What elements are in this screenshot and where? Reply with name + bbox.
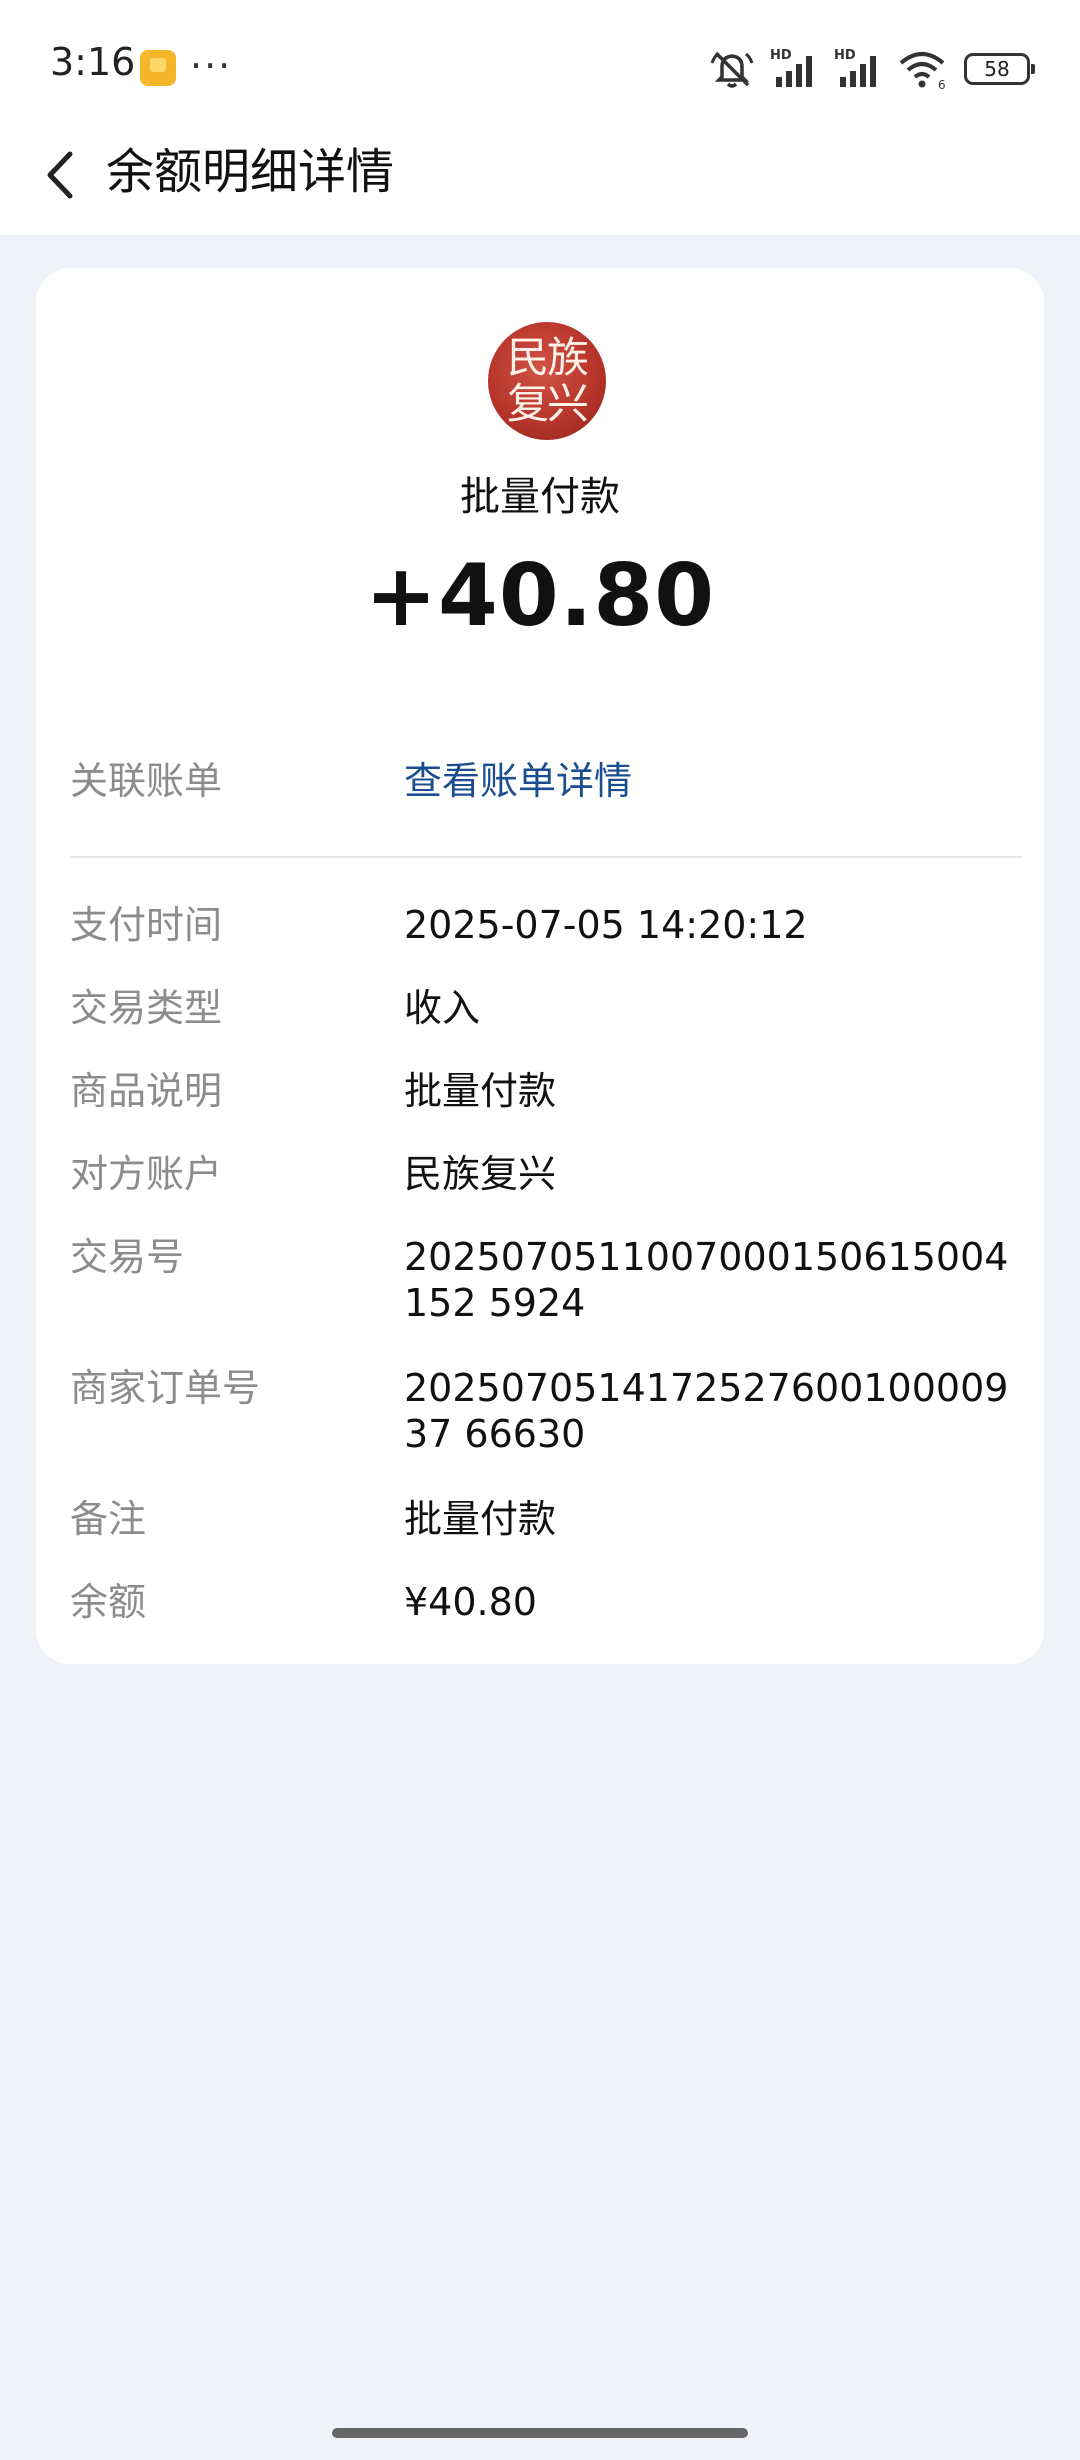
divider	[70, 856, 1022, 858]
battery-icon: 58	[964, 53, 1035, 85]
hd-signal-icon: HD	[834, 48, 876, 87]
detail-value: 收入	[404, 986, 481, 1030]
view-bill-details-link[interactable]: 查看账单详情	[404, 758, 1024, 804]
detail-label: 余额	[70, 1580, 147, 1624]
more-dots-icon: ···	[190, 44, 233, 88]
detail-value: 2025070511007000150615004152 5924	[404, 1235, 1009, 1325]
detail-value: 202507051417252760010000937 66630	[404, 1366, 1009, 1456]
transaction-amount: +40.80	[364, 546, 716, 646]
home-indicator[interactable]	[332, 2428, 748, 2438]
header-bar: 余额明细详情	[0, 120, 1080, 235]
svg-text:6: 6	[938, 78, 946, 91]
notification-app-icon	[140, 50, 176, 86]
detail-value: 民族复兴	[404, 1152, 557, 1196]
svg-text:HD: HD	[834, 48, 856, 63]
status-time: 3:16	[50, 40, 136, 84]
detail-value: 批量付款	[404, 1069, 557, 1113]
detail-label: 交易号	[70, 1235, 185, 1279]
detail-label: 对方账户	[70, 1152, 223, 1196]
page-title: 余额明细详情	[106, 144, 395, 200]
detail-value: 2025-07-05 14:20:12	[404, 903, 808, 947]
status-icons: HD HD 6 58	[708, 44, 1035, 94]
svg-text:HD: HD	[770, 48, 792, 63]
transaction-detail-card: 民族 复兴 批量付款 +40.80 关联账单 查看账单详情 支付时间 2025-…	[36, 268, 1044, 1664]
wifi-icon: 6	[899, 52, 946, 91]
detail-label: 交易类型	[70, 986, 223, 1030]
detail-value: ¥40.80	[404, 1580, 537, 1624]
avatar-text: 民族 复兴	[506, 333, 589, 428]
detail-label: 备注	[70, 1497, 147, 1541]
merchant-avatar: 民族 复兴	[488, 322, 606, 440]
detail-label: 支付时间	[70, 903, 223, 947]
detail-value: 批量付款	[404, 1497, 557, 1541]
back-arrow-icon[interactable]	[30, 140, 100, 210]
hd-signal-icon: HD	[770, 48, 812, 87]
merchant-name: 批量付款	[460, 474, 620, 520]
detail-label: 商品说明	[70, 1069, 223, 1113]
linked-bill-label: 关联账单	[70, 759, 223, 803]
mute-icon	[710, 51, 754, 88]
detail-label: 商家订单号	[70, 1366, 261, 1410]
status-bar: 3:16 ··· HD HD 6 58	[0, 0, 1080, 120]
